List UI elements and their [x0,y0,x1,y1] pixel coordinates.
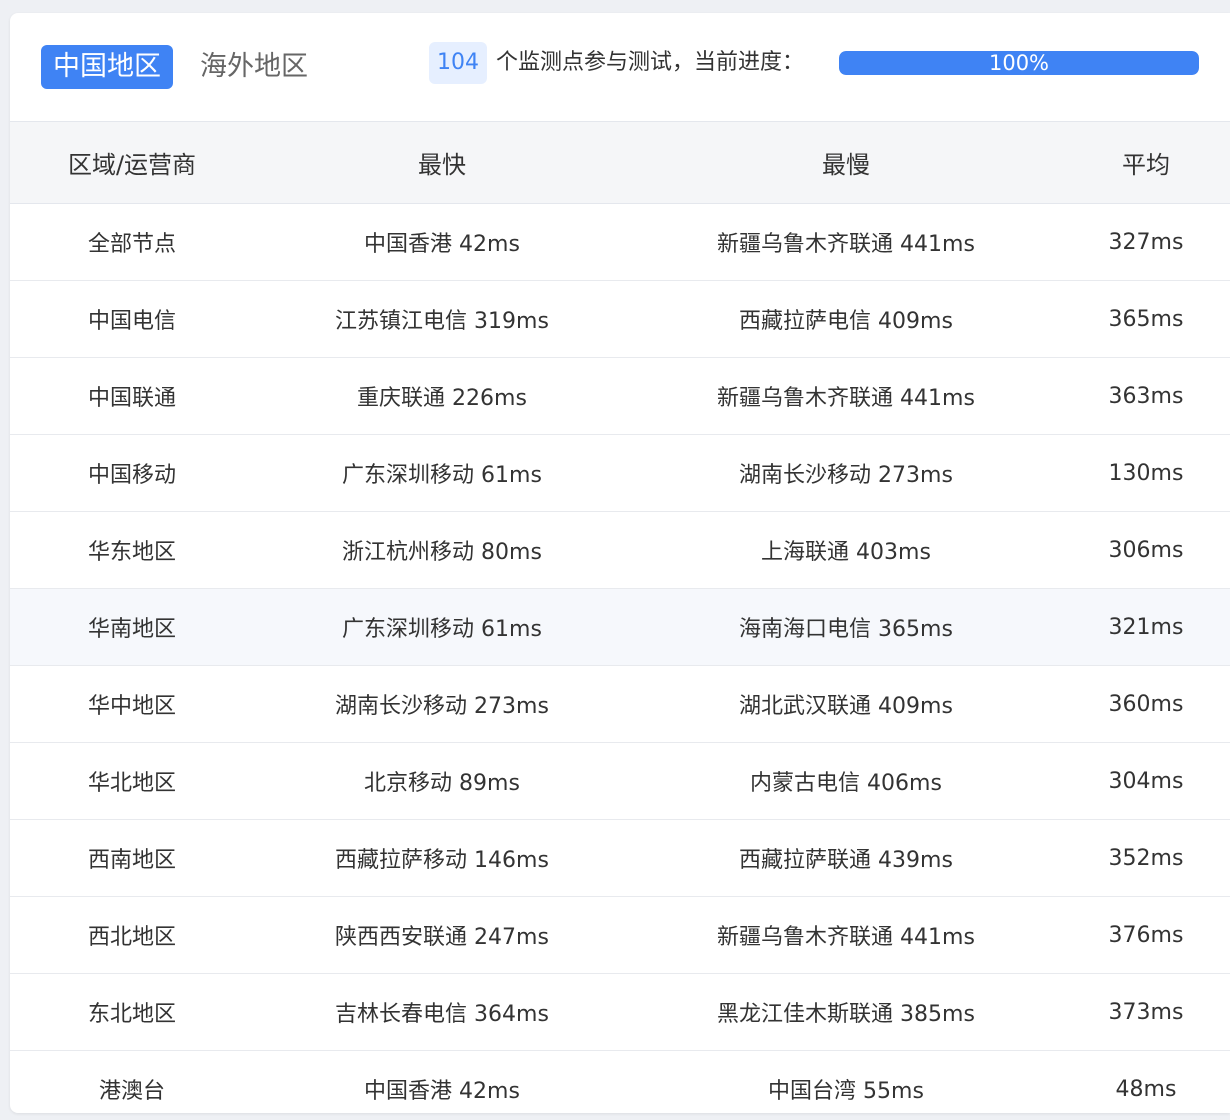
region-cell: 港澳台 [98,1079,165,1104]
fastest-cell: 吉林长春电信 364ms [254,973,630,1051]
slowest-cell: 新疆乌鲁木齐联通 441ms [630,357,1062,435]
slowest-cell: 西藏拉萨电信 409ms [630,280,1062,358]
region-cell: 中国电信 [10,280,254,358]
average-cell: 376ms [1062,896,1230,974]
average-cell: 48ms [1115,1076,1177,1102]
slowest-cell: 西藏拉萨联通 439ms [630,819,1062,897]
average-cell: 360ms [1062,665,1230,743]
table-row: 西南地区 西藏拉萨移动 146ms 西藏拉萨联通 439ms 352ms [10,819,1230,897]
average-cell: 304ms [1062,742,1230,820]
table-body: 全部节点 中国香港 42ms 新疆乌鲁木齐联通 441ms 327ms 中国电信 江苏镇江… [10,203,1230,1114]
results-toolbar: 中国地区 海外地区 104 个监测点参与测试，当前进度： 100% [10,13,1230,121]
fastest-cell: 浙江杭州移动 80ms [254,511,630,589]
region-cell: 西南地区 [10,819,254,897]
fastest-cell: 中国香港 42ms [364,1079,520,1104]
region-cell: 西北地区 [10,896,254,974]
table-row: 华东地区 浙江杭州移动 80ms 上海联通 403ms 306ms [10,511,1230,589]
column-header-region: 区域/运营商 [10,121,254,204]
column-header-slowest: 最慢 [630,121,1062,204]
progress-label: 个监测点参与测试，当前进度： [496,50,805,75]
slowest-cell: 湖北武汉联通 409ms [630,665,1062,743]
results-card: 中国地区 海外地区 104 个监测点参与测试，当前进度： 100% 区域/运营商… [10,13,1230,1113]
average-cell: 365ms [1062,280,1230,358]
table-row: 中国联通 重庆联通 226ms 新疆乌鲁木齐联通 441ms 363ms [10,357,1230,435]
region-cell: 东北地区 [10,973,254,1051]
fastest-cell: 陕西西安联通 247ms [254,896,630,974]
progress-bar: 100% [839,51,1199,75]
slowest-cell: 中国台湾 55ms [768,1079,924,1104]
slowest-cell: 新疆乌鲁木齐联通 441ms [630,203,1062,281]
region-cell: 华东地区 [10,511,254,589]
average-cell: 130ms [1062,434,1230,512]
slowest-cell: 上海联通 403ms [630,511,1062,589]
progress-percent: 100% [988,51,1050,75]
node-count-badge: 104 [429,42,487,84]
fastest-cell: 湖南长沙移动 273ms [254,665,630,743]
slowest-cell: 黑龙江佳木斯联通 385ms [630,973,1062,1051]
slowest-cell: 内蒙古电信 406ms [630,742,1062,820]
slowest-cell: 海南海口电信 365ms [630,588,1062,666]
table-row: 华北地区 北京移动 89ms 内蒙古电信 406ms 304ms [10,742,1230,820]
slowest-cell: 新疆乌鲁木齐联通 441ms [630,896,1062,974]
table-row: 华中地区 湖南长沙移动 273ms 湖北武汉联通 409ms 360ms [10,665,1230,743]
region-cell: 中国联通 [10,357,254,435]
average-cell: 306ms [1062,511,1230,589]
fastest-cell: 中国香港 42ms [254,203,630,281]
region-cell: 华南地区 [10,588,254,666]
fastest-cell: 重庆联通 226ms [254,357,630,435]
average-cell: 327ms [1062,203,1230,281]
table-row: 华南地区 广东深圳移动 61ms 海南海口电信 365ms 321ms [10,588,1230,666]
latency-table: 区域/运营商 最快 最慢 平均 全部节点 中国香港 42ms 新疆乌鲁木齐联通 44… [10,121,1230,1113]
table-header-row: 区域/运营商 最快 最慢 平均 [10,121,1230,204]
average-cell: 373ms [1062,973,1230,1051]
average-cell: 352ms [1062,819,1230,897]
table-row: 西北地区 陕西西安联通 247ms 新疆乌鲁木齐联通 441ms 376ms [10,896,1230,974]
average-cell: 321ms [1062,588,1230,666]
fastest-cell: 西藏拉萨移动 146ms [254,819,630,897]
fastest-cell: 北京移动 89ms [254,742,630,820]
fastest-cell: 广东深圳移动 61ms [254,434,630,512]
table-row: 东北地区 吉林长春电信 364ms 黑龙江佳木斯联通 385ms 373ms [10,973,1230,1051]
table-row: 中国移动 广东深圳移动 61ms 湖南长沙移动 273ms 130ms [10,434,1230,512]
region-cell: 华中地区 [10,665,254,743]
table-row: 全部节点 中国香港 42ms 新疆乌鲁木齐联通 441ms 327ms [10,203,1230,281]
tab-overseas-region[interactable]: 海外地区 [188,45,320,89]
table-row: 港澳台 中国香港 42ms 中国台湾 55ms 48ms [10,1051,1230,1114]
column-header-fastest: 最快 [254,121,630,204]
slowest-cell: 湖南长沙移动 273ms [630,434,1062,512]
region-cell: 中国移动 [10,434,254,512]
tab-china-region[interactable]: 中国地区 [41,45,173,89]
fastest-cell: 广东深圳移动 61ms [254,588,630,666]
table-row: 中国电信 江苏镇江电信 319ms 西藏拉萨电信 409ms 365ms [10,280,1230,358]
fastest-cell: 江苏镇江电信 319ms [254,280,630,358]
average-cell: 363ms [1062,357,1230,435]
region-cell: 华北地区 [10,742,254,820]
column-header-average: 平均 [1062,121,1230,204]
region-cell: 全部节点 [10,203,254,281]
